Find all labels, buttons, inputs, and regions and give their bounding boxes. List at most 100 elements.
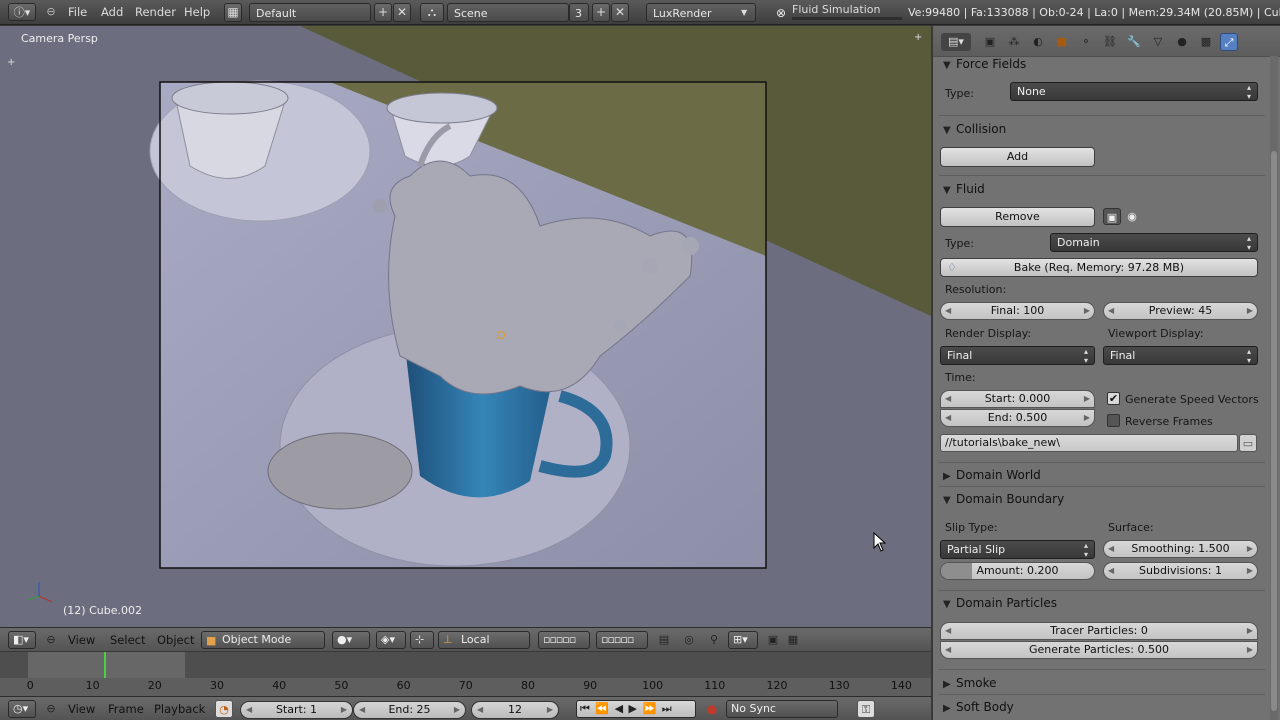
3d-viewport[interactable]: Camera Persp (12) Cube.002 + + [0,26,931,627]
generate-particles-field[interactable]: ◀ Generate Particles: 0.500 ▶ [940,641,1258,659]
menu-playback[interactable]: Playback [154,702,205,716]
record-icon[interactable]: ● [703,700,721,718]
divider [939,669,1265,670]
menu-add[interactable]: Add [101,5,123,19]
slip-type-select[interactable]: Partial Slip [940,540,1095,559]
data-tab-icon[interactable]: ▽ [1149,33,1167,51]
layer-buttons[interactable]: ▫▫▫▫▫ [596,631,648,649]
tracer-particles-field[interactable]: ◀ Tracer Particles: 0 ▶ [940,622,1258,640]
folder-icon[interactable]: ▭ [1239,434,1257,452]
add-layout-icon[interactable]: + [374,3,392,22]
menu-select[interactable]: Select [110,633,145,647]
menu-frame[interactable]: Frame [108,702,144,716]
fluid-remove-button[interactable]: Remove [940,207,1095,227]
menu-view[interactable]: View [68,702,95,716]
fluid-type-select[interactable]: Domain [1050,233,1258,252]
lock-icon[interactable]: ▤ [655,631,673,649]
physics-tab-icon[interactable]: ⤢ [1220,33,1238,51]
scrollbar[interactable] [1270,56,1278,720]
domain-particles-panel-header[interactable]: ▼ Domain Particles [943,596,1057,610]
render-animation-icon[interactable]: ▦ [784,631,802,649]
smoothing-field[interactable]: ◀ Smoothing: 1.500 ▶ [1103,540,1258,558]
force-type-label: Type: [945,87,974,100]
fluid-panel-header[interactable]: ▼ Fluid [943,182,985,196]
collapse-icon[interactable]: ⊖ [42,700,60,718]
domain-world-panel-header[interactable]: ▶ Domain World [943,468,1041,482]
delete-layout-icon[interactable]: ✕ [393,3,411,22]
screen-layout-field[interactable]: Default [249,3,371,22]
collision-panel-header[interactable]: ▼ Collision [943,122,1006,136]
time-start-field[interactable]: ◀ Start: 0.000 ▶ [940,390,1095,408]
eye-icon[interactable]: ◉ [1123,208,1141,225]
time-end-field[interactable]: ◀ End: 0.500 ▶ [940,409,1095,427]
end-frame-field[interactable]: ◀ End: 25 ▶ [353,701,466,719]
menu-file[interactable]: File [68,5,87,19]
proportional-edit-icon[interactable]: ◎ [680,631,698,649]
world-tab-icon[interactable]: ■ [1053,33,1071,51]
modifiers-tab-icon[interactable]: 🔧 [1125,33,1143,51]
scene-tab-icon[interactable]: ◐ [1029,33,1047,51]
amount-slider[interactable]: Amount: 0.200 [940,562,1095,580]
collapse-icon[interactable]: ⊖ [42,631,60,649]
domain-boundary-panel-header[interactable]: ▼ Domain Boundary [943,492,1064,506]
editor-type-icon[interactable]: ▤▾ [941,33,971,51]
render-toggle-icon[interactable]: ▣ [1103,208,1121,225]
subdivisions-field[interactable]: ◀ Subdivisions: 1 ▶ [1103,562,1258,580]
snap-icon[interactable]: ⚲ [705,631,723,649]
smoke-panel-header[interactable]: ▶ Smoke [943,676,997,690]
final-resolution-field[interactable]: ◀ Final: 100 ▶ [940,302,1095,320]
info-editor-icon[interactable]: ⓘ▾ [8,3,36,21]
render-still-icon[interactable]: ▣ [764,631,782,649]
force-fields-panel-header[interactable]: ▼ Force Fields [943,57,1026,71]
cache-path-input[interactable]: //tutorials\bake_new\ [940,434,1238,452]
playback-controls[interactable]: ⏮ ⏪ ◀ ▶ ⏩ ⏭ [576,700,696,718]
viewport-display-select[interactable]: Final [1103,346,1258,365]
force-type-select[interactable]: None [1010,82,1258,101]
generate-speed-vectors-checkbox[interactable]: ✔ [1107,392,1120,405]
scene-icon[interactable]: ⛬ [420,3,444,22]
shading-select[interactable]: ●▾ [332,631,370,649]
constraints-tab-icon[interactable]: ⛓ [1101,33,1119,51]
render-layers-tab-icon[interactable]: ⁂ [1005,33,1023,51]
pivot-select[interactable]: ◈▾ [376,631,406,649]
ruler-tick-label: 50 [334,679,349,692]
plus-icon[interactable]: + [7,57,15,68]
reverse-frames-checkbox[interactable] [1107,414,1120,427]
mode-select[interactable]: Object Mode [201,631,325,649]
start-frame-field[interactable]: ◀ Start: 1 ▶ [240,701,353,719]
texture-tab-icon[interactable]: ▩ [1197,33,1215,51]
render-engine-select[interactable]: LuxRender [646,3,756,22]
timeline[interactable]: 0 10 20 30 40 50 60 70 80 90 100 110 120 130 140 [0,652,931,696]
editor-type-icon[interactable]: ◧▾ [8,631,36,649]
cancel-job-icon[interactable]: ⊗ [772,4,790,22]
scene-field[interactable]: Scene [447,3,569,22]
preview-range-icon[interactable]: ◔ [215,700,233,718]
collision-add-button[interactable]: Add [940,147,1095,167]
screen-layout-icon[interactable]: ▦ [224,3,242,22]
add-scene-icon[interactable]: + [592,3,610,22]
current-frame-field[interactable]: ◀ 12 ▶ [471,701,559,719]
sync-select[interactable]: No Sync [726,700,838,718]
render-tab-icon[interactable]: ▣ [981,33,999,51]
render-display-select[interactable]: Final [940,346,1095,365]
scrollbar-thumb[interactable] [1271,151,1277,711]
layer-buttons[interactable]: ▫▫▫▫▫ [538,631,590,649]
material-tab-icon[interactable]: ● [1173,33,1191,51]
manipulator-toggle-icon[interactable]: ⊹ [410,631,434,649]
menu-object[interactable]: Object [157,633,194,647]
snap-element-select[interactable]: ⊞▾ [728,631,758,649]
object-tab-icon[interactable]: ⚬ [1077,33,1095,51]
editor-type-icon[interactable]: ◷▾ [8,700,36,718]
menu-help[interactable]: Help [184,5,210,19]
preview-resolution-field[interactable]: ◀ Preview: 45 ▶ [1103,302,1258,320]
delete-scene-icon[interactable]: ✕ [611,3,629,22]
plus-icon[interactable]: + [914,32,922,43]
soft-body-panel-header[interactable]: ▶ Soft Body [943,700,1014,714]
ruler-tick-label: 70 [458,679,473,692]
menu-view[interactable]: View [68,633,95,647]
keying-set-icon[interactable]: ⚿ [857,700,875,718]
droplet-icon: ♢ [947,261,957,274]
collapse-icon[interactable]: ⊖ [42,3,60,21]
bake-button[interactable]: ♢ Bake (Req. Memory: 97.28 MB) [940,258,1258,277]
menu-render[interactable]: Render [135,5,176,19]
